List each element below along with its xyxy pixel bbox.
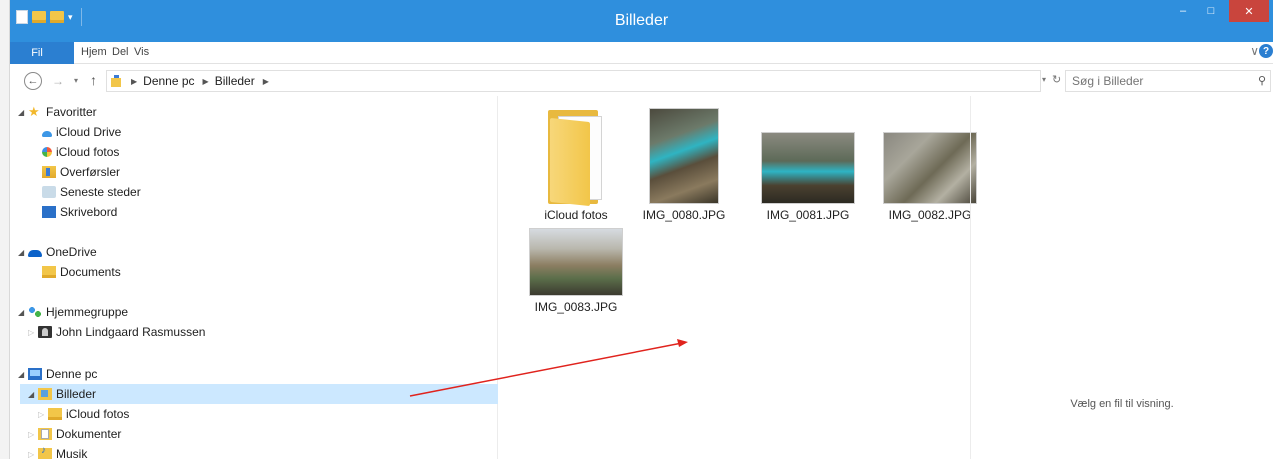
tab-home[interactable]: Hjem [81, 46, 107, 58]
pictures-folder-icon [111, 74, 123, 88]
recent-places-icon [42, 186, 56, 198]
image-thumbnail [529, 228, 623, 296]
nav-user[interactable]: ▷ John Lindgaard Rasmussen [28, 322, 205, 342]
collapsed-arrow-icon[interactable]: ▷ [38, 410, 48, 419]
collapsed-arrow-icon[interactable]: ▷ [28, 450, 38, 459]
expanded-arrow-icon[interactable]: ◢ [18, 308, 28, 317]
folder-icon [536, 108, 616, 207]
breadcrumb-pictures[interactable]: Billeder [215, 74, 255, 88]
nav-downloads[interactable]: Overførsler [42, 162, 120, 182]
file-name: IMG_0082.JPG [888, 208, 972, 222]
title-bar: ▾ Billeder – □ ✕ [10, 0, 1273, 42]
expanded-arrow-icon[interactable]: ◢ [28, 390, 38, 399]
file-item-img-0080[interactable]: IMG_0080.JPG [629, 108, 739, 222]
downloads-icon [42, 166, 56, 178]
onedrive-icon [28, 250, 42, 257]
preview-pane: Vælg en fil til visning. [970, 96, 1273, 459]
nav-documents-pc[interactable]: ▷ Dokumenter [28, 424, 121, 444]
nav-favorites[interactable]: ◢ ★ Favoritter [18, 102, 97, 122]
expanded-arrow-icon[interactable]: ◢ [18, 248, 28, 257]
chevron-right-icon[interactable]: ▶ [263, 77, 269, 86]
nav-music[interactable]: ▷ Musik [28, 444, 87, 459]
search-box[interactable]: ⚲ [1065, 70, 1271, 92]
close-button[interactable]: ✕ [1229, 0, 1269, 22]
maximize-button[interactable]: □ [1197, 0, 1225, 22]
customize-toolbar-icon[interactable]: ▾ [68, 12, 73, 23]
nav-homegroup[interactable]: ◢ Hjemmegruppe [18, 302, 128, 322]
documents-folder-icon [38, 428, 52, 440]
image-thumbnail [649, 108, 719, 204]
back-button[interactable]: ← [24, 72, 42, 90]
preview-empty-text: Vælg en fil til visning. [1070, 398, 1174, 410]
nav-icloud-photos[interactable]: iCloud fotos [42, 142, 119, 162]
up-button[interactable]: ↑ [90, 72, 97, 88]
nav-documents[interactable]: Documents [42, 262, 121, 282]
chevron-right-icon[interactable]: ▶ [203, 77, 209, 86]
file-item-img-0082[interactable]: IMG_0082.JPG [875, 132, 985, 222]
image-thumbnail [761, 132, 855, 204]
ribbon-tabs: Fil Hjem Del Vis ∨ ? [10, 42, 1273, 64]
search-icon[interactable]: ⚲ [1258, 74, 1266, 87]
address-bar[interactable]: ▶ Denne pc ▶ Billeder ▶ [106, 70, 1041, 92]
refresh-icon[interactable]: ↻ [1052, 73, 1061, 86]
chevron-right-icon[interactable]: ▶ [131, 77, 137, 86]
user-icon [38, 326, 52, 338]
expand-ribbon-icon[interactable]: ∨ [1250, 44, 1259, 58]
desktop-icon [42, 206, 56, 218]
tab-view[interactable]: Vis [134, 46, 149, 58]
photos-icon [42, 147, 52, 157]
tab-file[interactable]: Fil [10, 42, 74, 64]
window-title: Billeder [614, 12, 669, 29]
file-name: IMG_0083.JPG [534, 300, 618, 314]
background-window-edge [0, 0, 10, 459]
collapsed-arrow-icon[interactable]: ▷ [28, 328, 38, 337]
pictures-folder-icon [38, 388, 52, 400]
minimize-button[interactable]: – [1169, 0, 1197, 22]
computer-icon [28, 368, 42, 380]
expanded-arrow-icon[interactable]: ◢ [18, 108, 28, 117]
file-name: IMG_0080.JPG [642, 208, 726, 222]
properties-icon[interactable] [16, 10, 28, 24]
star-icon: ★ [28, 104, 40, 119]
nav-this-pc[interactable]: ◢ Denne pc [18, 364, 97, 384]
file-name: iCloud fotos [544, 208, 608, 222]
address-history-icon[interactable]: ▾ [1042, 75, 1046, 84]
folder-icon [48, 408, 62, 420]
file-item-icloud-photos-folder[interactable]: iCloud fotos [521, 108, 631, 222]
file-item-img-0081[interactable]: IMG_0081.JPG [753, 132, 863, 222]
collapsed-arrow-icon[interactable]: ▷ [28, 430, 38, 439]
quick-access-toolbar: ▾ [16, 8, 82, 26]
file-list: iCloud fotos IMG_0080.JPG IMG_0081.JPG I… [499, 96, 977, 459]
file-item-img-0083[interactable]: IMG_0083.JPG [521, 228, 631, 314]
new-folder-icon[interactable] [32, 11, 46, 23]
nav-recent-places[interactable]: Seneste steder [42, 182, 141, 202]
expanded-arrow-icon[interactable]: ◢ [18, 370, 28, 379]
search-input[interactable] [1072, 74, 1242, 88]
homegroup-icon [28, 306, 42, 318]
music-folder-icon [38, 445, 52, 459]
breadcrumb-this-pc[interactable]: Denne pc [143, 74, 194, 88]
recent-locations-icon[interactable]: ▾ [74, 76, 78, 85]
image-thumbnail [883, 132, 977, 204]
navigation-pane: ◢ ★ Favoritter iCloud Drive iCloud fotos… [10, 96, 498, 459]
file-name: IMG_0081.JPG [766, 208, 850, 222]
toolbar-divider [80, 8, 82, 26]
icloud-icon [42, 130, 52, 137]
nav-pictures[interactable]: ◢ Billeder [20, 384, 498, 404]
explorer-window: ▾ Billeder – □ ✕ Fil Hjem Del Vis ∨ ? ← … [10, 0, 1273, 459]
nav-pictures-icloud-photos[interactable]: ▷ iCloud fotos [38, 404, 129, 424]
address-row: ← → ▾ ↑ ▶ Denne pc ▶ Billeder ▶ ▾ ↻ ⚲ [10, 66, 1273, 96]
folder-icon [42, 266, 56, 278]
forward-button[interactable]: → [52, 74, 64, 88]
help-icon[interactable]: ? [1259, 44, 1273, 58]
tab-share[interactable]: Del [112, 46, 129, 58]
folder-icon[interactable] [50, 11, 64, 23]
nav-onedrive[interactable]: ◢ OneDrive [18, 242, 97, 262]
nav-icloud-drive[interactable]: iCloud Drive [42, 122, 121, 142]
nav-desktop[interactable]: Skrivebord [42, 202, 117, 222]
